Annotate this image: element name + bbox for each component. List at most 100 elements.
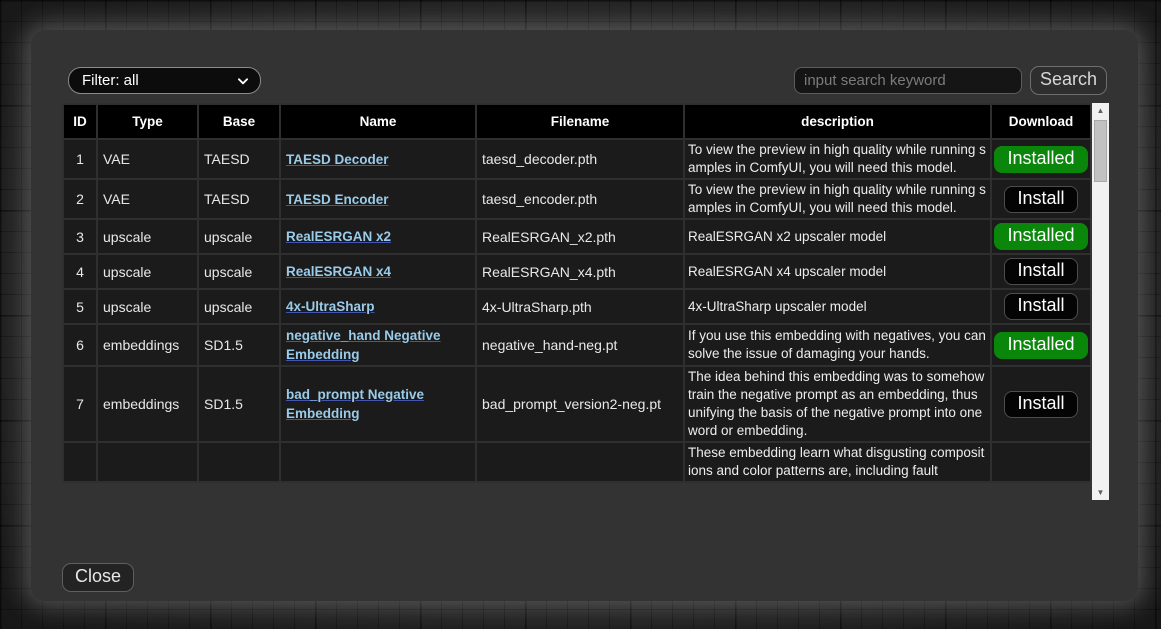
cell-base: upscale	[198, 254, 280, 289]
cell-id: 7	[63, 366, 97, 442]
cell-description: 4x-UltraSharp upscaler model	[684, 289, 991, 324]
column-header-type: Type	[97, 104, 198, 139]
cell-description: These embedding learn what disgusting co…	[684, 442, 991, 482]
cell-filename: negative_hand-neg.pt	[476, 324, 684, 366]
model-name-link[interactable]: TAESD Decoder	[286, 152, 389, 167]
filter-dropdown-value: Filter: all	[82, 72, 236, 89]
cell-base: SD1.5	[198, 324, 280, 366]
cell-type	[97, 442, 198, 482]
table-scrollbar[interactable]: ▲ ▼	[1092, 103, 1109, 500]
model-name-link[interactable]: RealESRGAN x2	[286, 229, 391, 244]
cell-download: Install	[991, 289, 1090, 324]
cell-filename	[476, 442, 684, 482]
table-row: 1VAETAESD TAESD Decoder taesd_decoder.pthT…	[63, 139, 1090, 179]
column-header-download: Download	[991, 104, 1090, 139]
cell-name: negative_hand Negative Embedding	[280, 324, 476, 366]
cell-type: VAE	[97, 139, 198, 179]
cell-type: upscale	[97, 254, 198, 289]
install-button[interactable]: Install	[1004, 391, 1077, 418]
cell-base: TAESD	[198, 179, 280, 219]
installed-button[interactable]: Installed	[994, 146, 1087, 173]
cell-id: 2	[63, 179, 97, 219]
install-button[interactable]: Install	[1004, 293, 1077, 320]
table-row: 3upscaleupscaleRealESRGAN x2RealESRGAN_x…	[63, 219, 1090, 254]
cell-type: upscale	[97, 219, 198, 254]
cell-base: upscale	[198, 289, 280, 324]
cell-filename: bad_prompt_version2-neg.pt	[476, 366, 684, 442]
model-table: IDTypeBaseNameFilenamedescriptionDownloa…	[62, 103, 1090, 483]
canvas-background: Filter: all Search IDTypeBaseNameFilenam…	[0, 0, 1161, 629]
cell-name: TAESD Encoder	[280, 179, 476, 219]
table-row: 4upscaleupscaleRealESRGAN x4RealESRGAN_x…	[63, 254, 1090, 289]
column-header-name: Name	[280, 104, 476, 139]
cell-filename: RealESRGAN_x2.pth	[476, 219, 684, 254]
cell-download	[991, 442, 1090, 482]
cell-base: upscale	[198, 219, 280, 254]
model-name-link[interactable]: 4x-UltraSharp	[286, 299, 375, 314]
cell-filename: taesd_decoder.pth	[476, 139, 684, 179]
install-button[interactable]: Install	[1004, 186, 1077, 213]
cell-name: TAESD Decoder	[280, 139, 476, 179]
cell-name: bad_prompt Negative Embedding	[280, 366, 476, 442]
table-row: These embedding learn what disgusting co…	[63, 442, 1090, 482]
scrollbar-up-icon[interactable]: ▲	[1092, 103, 1109, 118]
cell-download: Installed	[991, 219, 1090, 254]
installed-button[interactable]: Installed	[994, 332, 1087, 359]
cell-download: Install	[991, 366, 1090, 442]
cell-description: To view the preview in high quality whil…	[684, 139, 991, 179]
search-button[interactable]: Search	[1030, 66, 1107, 95]
table-header-row: IDTypeBaseNameFilenamedescriptionDownloa…	[63, 104, 1090, 139]
cell-base	[198, 442, 280, 482]
cell-name	[280, 442, 476, 482]
search-input[interactable]	[794, 67, 1022, 94]
close-button[interactable]: Close	[62, 563, 134, 592]
model-name-link[interactable]: bad_prompt Negative Embedding	[286, 387, 424, 421]
cell-id: 6	[63, 324, 97, 366]
cell-type: embeddings	[97, 324, 198, 366]
cell-download: Install	[991, 254, 1090, 289]
cell-description: RealESRGAN x2 upscaler model	[684, 219, 991, 254]
cell-description: RealESRGAN x4 upscaler model	[684, 254, 991, 289]
cell-name: RealESRGAN x4	[280, 254, 476, 289]
model-manager-dialog: Filter: all Search IDTypeBaseNameFilenam…	[31, 30, 1138, 601]
scrollbar-thumb[interactable]	[1094, 120, 1107, 182]
cell-download: Installed	[991, 139, 1090, 179]
cell-filename: taesd_encoder.pth	[476, 179, 684, 219]
chevron-down-icon	[236, 74, 250, 88]
filter-dropdown[interactable]: Filter: all	[68, 67, 261, 94]
cell-type: embeddings	[97, 366, 198, 442]
column-header-base: Base	[198, 104, 280, 139]
cell-description: If you use this embedding with negatives…	[684, 324, 991, 366]
scrollbar-down-icon[interactable]: ▼	[1092, 485, 1109, 500]
install-button[interactable]: Install	[1004, 258, 1077, 285]
cell-description: The idea behind this embedding was to so…	[684, 366, 991, 442]
table-row: 7embeddingsSD1.5bad_prompt Negative Embe…	[63, 366, 1090, 442]
cell-base: TAESD	[198, 139, 280, 179]
cell-description: To view the preview in high quality whil…	[684, 179, 991, 219]
cell-id: 3	[63, 219, 97, 254]
cell-download: Installed	[991, 324, 1090, 366]
cell-id: 1	[63, 139, 97, 179]
model-name-link[interactable]: RealESRGAN x4	[286, 264, 391, 279]
model-name-link[interactable]: negative_hand Negative Embedding	[286, 328, 441, 362]
cell-name: 4x-UltraSharp	[280, 289, 476, 324]
table-row: 2VAETAESD TAESD Encoder taesd_encoder.pthT…	[63, 179, 1090, 219]
cell-id: 5	[63, 289, 97, 324]
cell-id	[63, 442, 97, 482]
table-row: 5upscaleupscale4x-UltraSharp4x-UltraShar…	[63, 289, 1090, 324]
cell-download: Install	[991, 179, 1090, 219]
cell-type: VAE	[97, 179, 198, 219]
cell-filename: 4x-UltraSharp.pth	[476, 289, 684, 324]
cell-base: SD1.5	[198, 366, 280, 442]
installed-button[interactable]: Installed	[994, 223, 1087, 250]
cell-id: 4	[63, 254, 97, 289]
column-header-filename: Filename	[476, 104, 684, 139]
column-header-id: ID	[63, 104, 97, 139]
cell-filename: RealESRGAN_x4.pth	[476, 254, 684, 289]
model-name-link[interactable]: TAESD Encoder	[286, 192, 389, 207]
column-header-description: description	[684, 104, 991, 139]
cell-type: upscale	[97, 289, 198, 324]
cell-name: RealESRGAN x2	[280, 219, 476, 254]
model-table-viewport: IDTypeBaseNameFilenamedescriptionDownloa…	[62, 103, 1090, 500]
table-row: 6embeddingsSD1.5negative_hand Negative E…	[63, 324, 1090, 366]
